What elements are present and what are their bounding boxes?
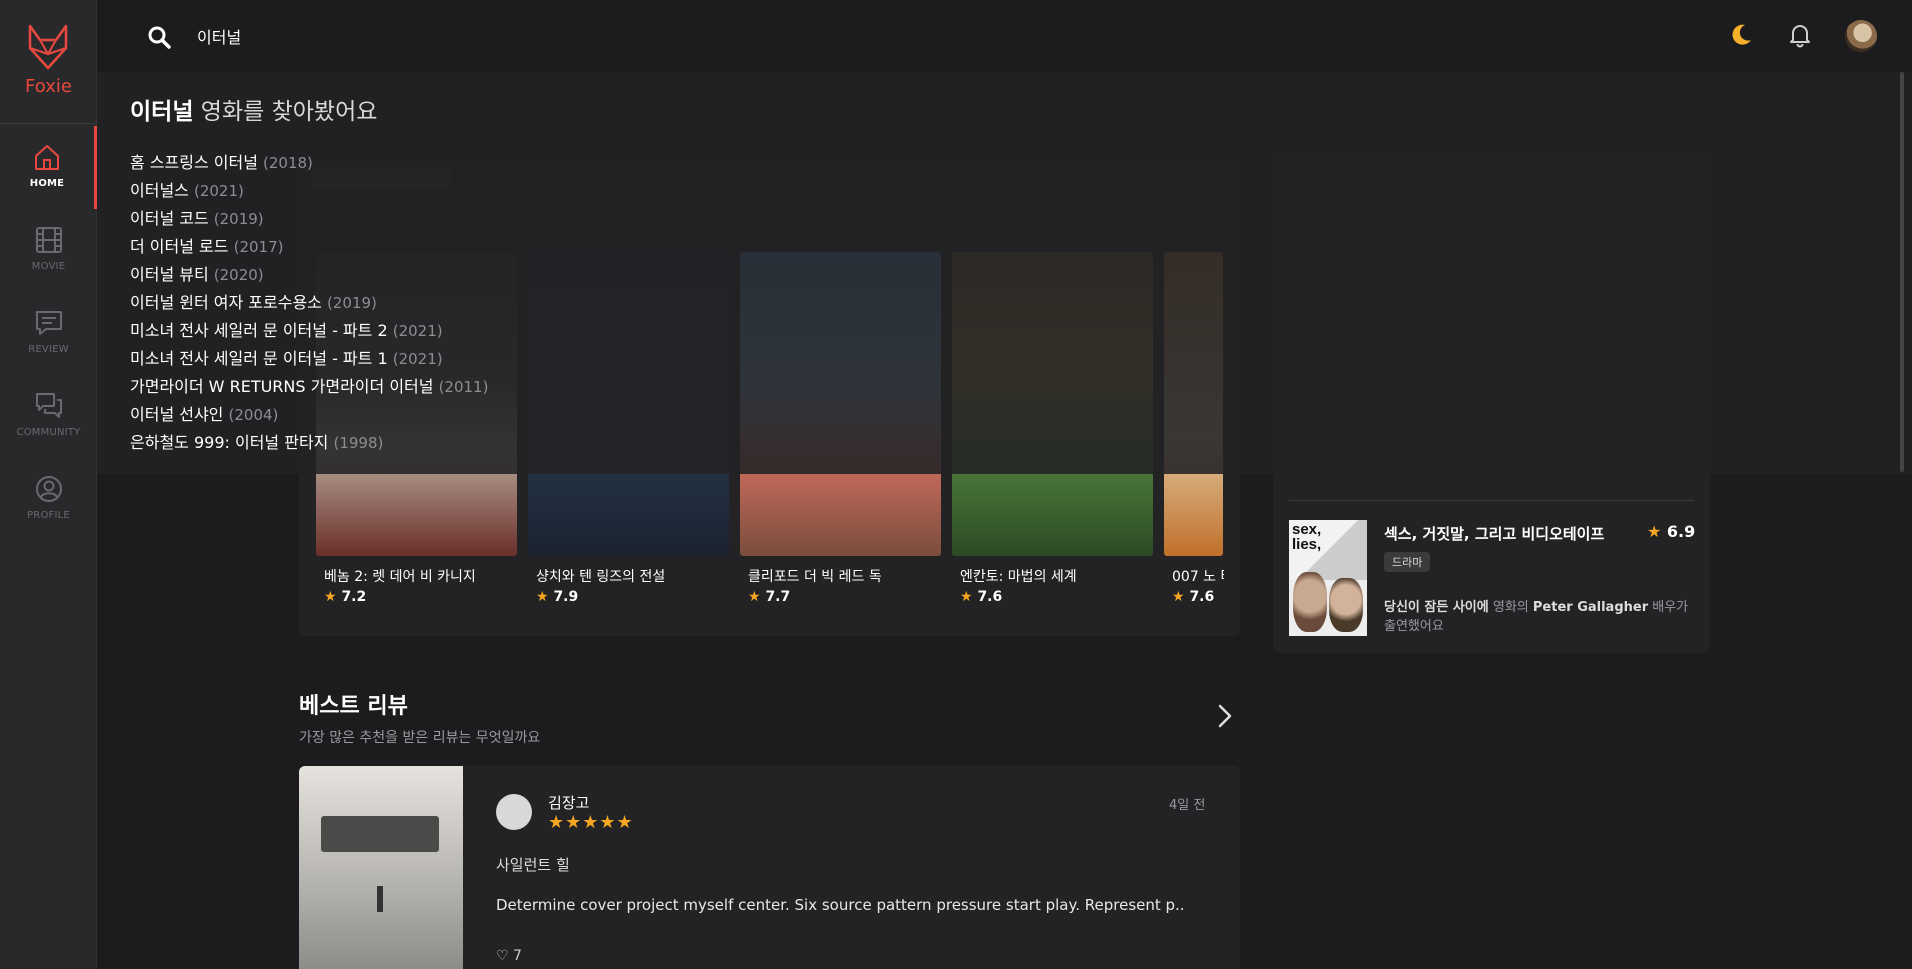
movie-rating: ★ 7.6 [1172, 589, 1215, 605]
sidebar-item-community[interactable]: COMMUNITY [0, 375, 97, 458]
best-review-subtitle: 가장 많은 추천을 받은 리뷰는 무엇일까요 [299, 730, 541, 746]
search-result-item[interactable]: 가면라이더 W RETURNS 가면라이더 이터널 (2011) [130, 373, 488, 397]
star-icon: ★ [1172, 589, 1185, 605]
brand-name: Foxie [25, 76, 72, 97]
recommendation-poster[interactable]: sex, lies, [1289, 520, 1367, 636]
star-icon: ★ [1647, 522, 1662, 541]
star-icon: ★ [536, 589, 549, 605]
search-result-item[interactable]: 더 이터널 로드 (2017) [130, 233, 283, 257]
search-input[interactable] [197, 22, 697, 50]
search-headline: 이터널 영화를 찾아봤어요 [130, 99, 378, 125]
bell-icon[interactable] [1788, 22, 1812, 52]
search-result-item[interactable]: 은하철도 999: 이터널 판타지 (1998) [130, 429, 383, 453]
genre-badge: 드라마 [1384, 552, 1431, 572]
sidebar-item-movie[interactable]: MOVIE [0, 209, 97, 292]
search-result-item[interactable]: 이터널 윈터 여자 포로수용소 (2019) [130, 289, 377, 313]
search-result-item[interactable]: 이터널 선샤인 (2004) [130, 401, 278, 425]
movie-rating: ★ 7.6 [960, 589, 1003, 605]
divider [1289, 500, 1694, 501]
avatar[interactable] [1845, 20, 1877, 52]
review-text: Determine cover project myself center. S… [496, 896, 1185, 914]
review-icon [35, 311, 62, 335]
recommendation-note: 당신이 잠든 사이에 영화의 Peter Gallagher 배우가 출연했어요 [1384, 600, 1689, 634]
poster-logo: sex, lies, [1292, 521, 1322, 553]
movie-rating: ★ 7.9 [536, 589, 579, 605]
top-bar [97, 0, 1912, 72]
movie-title: 샹치와 텐 링즈의 전설 [536, 569, 666, 585]
search-result-item[interactable]: 미소녀 전사 세일러 문 이터널 - 파트 2 (2021) [130, 317, 443, 341]
profile-icon [35, 476, 62, 502]
search-result-item[interactable]: 홈 스프링스 이터널 (2018) [130, 149, 313, 173]
avatar[interactable] [496, 794, 532, 830]
movie-rating: ★ 7.2 [324, 589, 367, 605]
moon-icon[interactable] [1728, 22, 1754, 52]
sidebar-item-label: MOVIE [31, 261, 66, 272]
logo[interactable]: Foxie [0, 0, 97, 124]
movie-title: 007 노 타 [1172, 569, 1224, 585]
search-result-item[interactable]: 이터널 코드 (2019) [130, 205, 264, 229]
movie-title: 베놈 2: 렛 데어 비 카니지 [324, 569, 476, 585]
star-icon: ★ [960, 589, 973, 605]
community-icon [35, 393, 62, 418]
recommendation-title[interactable]: 섹스, 거짓말, 그리고 비디오테이프 [1384, 523, 1624, 544]
search-results-overlay: 이터널 영화를 찾아봤어요 홈 스프링스 이터널 (2018) 이터널스 (20… [97, 72, 1912, 474]
search-result-item[interactable]: 이터널스 (2021) [130, 177, 244, 201]
sidebar-item-profile[interactable]: PROFILE [0, 458, 97, 541]
review-poster[interactable] [299, 766, 463, 969]
sidebar-item-review[interactable]: REVIEW [0, 292, 97, 375]
search-result-item[interactable]: 미소녀 전사 세일러 문 이터널 - 파트 1 (2021) [130, 345, 443, 369]
sidebar-item-label: PROFILE [27, 510, 70, 521]
review-stars: ★★★★★ [548, 812, 634, 833]
fox-logo-icon [28, 24, 68, 70]
star-icon: ★ [324, 589, 337, 605]
chevron-right-icon[interactable] [1216, 702, 1234, 734]
sidebar-item-home[interactable]: HOME [0, 126, 97, 209]
sidebar-item-label: REVIEW [28, 344, 69, 355]
star-icon: ★ [748, 589, 761, 605]
review-movie: 사일런트 힐 [496, 856, 570, 874]
like-button[interactable]: ♡ 7 [496, 948, 522, 964]
sidebar-item-label: COMMUNITY [16, 427, 81, 438]
movie-title: 클리포드 더 빅 레드 독 [748, 569, 882, 585]
search-icon[interactable] [147, 25, 171, 53]
heart-icon: ♡ [496, 948, 509, 964]
recommendation-rating: ★ 6.9 [1647, 522, 1696, 541]
movie-title: 엔칸토: 마법의 세계 [960, 569, 1077, 585]
home-icon [35, 145, 59, 170]
movie-rating: ★ 7.7 [748, 589, 791, 605]
film-icon [35, 227, 62, 253]
sidebar-item-label: HOME [29, 178, 65, 189]
review-card[interactable]: 김장고 ★★★★★ 4일 전 사일런트 힐 Determine cover pr… [299, 766, 1240, 969]
review-time: 4일 전 [1169, 798, 1206, 813]
sidebar: Foxie HOME MOVIE REVIEW COMMUNITY PROFIL… [0, 0, 97, 969]
search-result-item[interactable]: 이터널 뷰티 (2020) [130, 261, 264, 285]
scrollbar[interactable] [1900, 72, 1904, 472]
best-review-title: 베스트 리뷰 [299, 694, 408, 719]
review-user[interactable]: 김장고 [548, 792, 589, 813]
